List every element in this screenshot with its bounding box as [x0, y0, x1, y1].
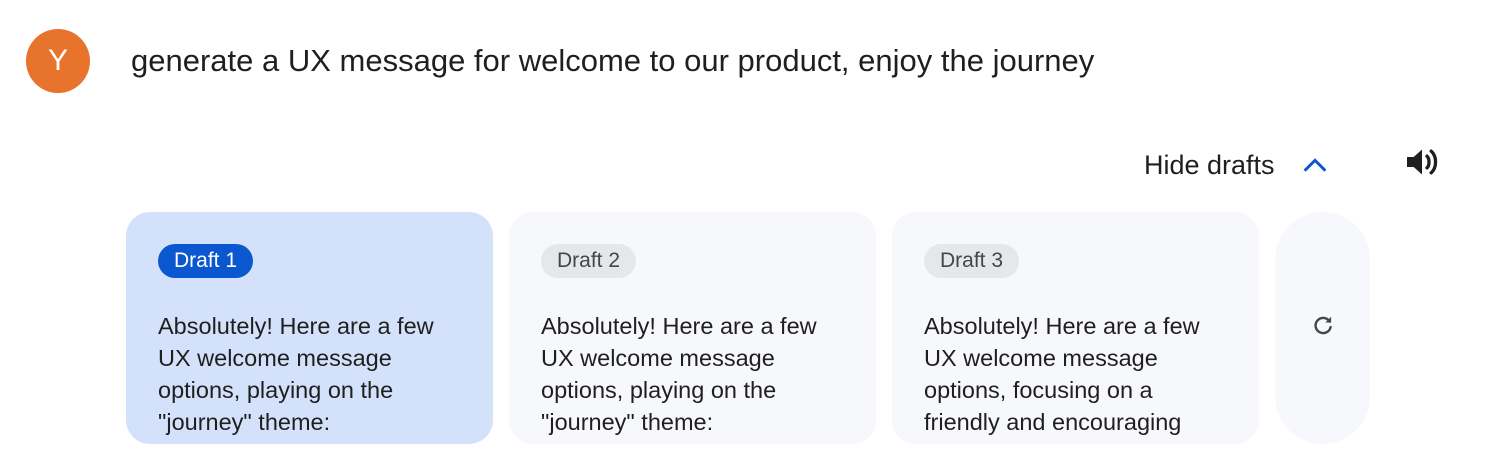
hide-drafts-button[interactable]: Hide drafts: [1128, 140, 1339, 190]
draft-preview-text: Absolutely! Here are a few UX welcome me…: [541, 313, 817, 435]
refresh-icon: [1310, 313, 1336, 344]
avatar-letter: Y: [47, 44, 68, 77]
hide-drafts-label: Hide drafts: [1144, 149, 1275, 180]
draft-card-2[interactable]: Draft 2 Absolutely! Here are a few UX we…: [509, 212, 876, 444]
chevron-up-icon: [1291, 141, 1339, 189]
volume-icon: [1402, 142, 1442, 187]
draft-label: Draft 3: [924, 244, 1020, 278]
avatar: Y: [26, 29, 90, 93]
draft-label: Draft 2: [541, 244, 637, 278]
draft-card-1[interactable]: Draft 1 Absolutely! Here are a few UX we…: [126, 212, 493, 444]
draft-label: Draft 1: [158, 244, 254, 278]
chat-turn: Y generate a UX message for welcome to o…: [0, 0, 1510, 476]
read-aloud-button[interactable]: [1396, 138, 1448, 190]
draft-preview-text: Absolutely! Here are a few UX welcome me…: [924, 313, 1200, 435]
user-prompt: generate a UX message for welcome to our…: [131, 43, 1095, 78]
draft-preview-text: Absolutely! Here are a few UX welcome me…: [158, 313, 434, 435]
draft-card-3[interactable]: Draft 3 Absolutely! Here are a few UX we…: [892, 212, 1259, 444]
regenerate-drafts-button[interactable]: [1275, 212, 1370, 444]
